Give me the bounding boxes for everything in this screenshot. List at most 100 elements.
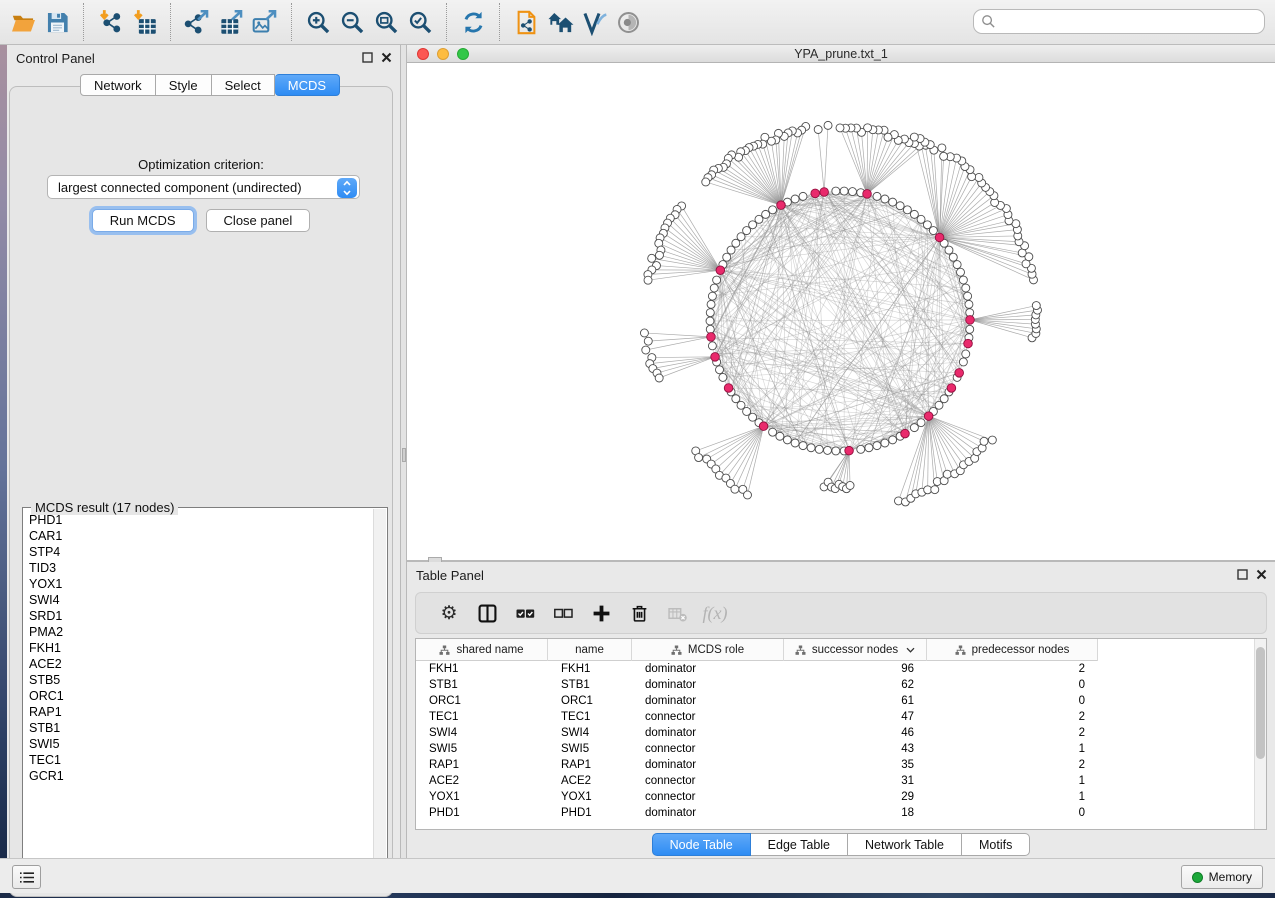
tab-mcds[interactable]: MCDS [275, 74, 340, 96]
network-window-titlebar[interactable]: YPA_prune.txt_1 [407, 45, 1275, 63]
tab-edge-table[interactable]: Edge Table [751, 833, 848, 856]
cell-successor-nodes: 96 [784, 661, 927, 677]
zoom-fit-icon[interactable] [369, 5, 403, 39]
column-header-MCDS-role[interactable]: MCDS role [632, 639, 784, 661]
table-row[interactable]: ORC1ORC1dominator610 [416, 693, 1266, 709]
table-settings-icon[interactable]: ⚙ [430, 598, 468, 628]
result-node[interactable]: GCR1 [29, 768, 373, 784]
zoom-in-icon[interactable] [301, 5, 335, 39]
import-table-icon[interactable] [127, 5, 161, 39]
node-table-header: shared namenameMCDS rolesuccessor nodesp… [416, 639, 1098, 661]
close-panel-icon[interactable] [381, 52, 392, 63]
cell-name: TEC1 [548, 709, 632, 725]
tab-style[interactable]: Style [156, 74, 212, 96]
result-node[interactable]: ACE2 [29, 656, 373, 672]
result-node[interactable]: YOX1 [29, 576, 373, 592]
table-row[interactable]: RAP1RAP1dominator352 [416, 757, 1266, 773]
result-node[interactable]: SWI5 [29, 736, 373, 752]
result-node[interactable]: STP4 [29, 544, 373, 560]
show-columns-icon[interactable] [468, 598, 506, 628]
result-node[interactable]: PMA2 [29, 624, 373, 640]
result-node[interactable]: CAR1 [29, 528, 373, 544]
optimization-criterion-label: Optimization criterion: [10, 157, 392, 172]
result-node[interactable]: RAP1 [29, 704, 373, 720]
application-window: Control Panel NetworkStyleSelectMCDS Opt… [0, 0, 1275, 898]
split-grabber[interactable] [402, 448, 406, 462]
tab-motifs[interactable]: Motifs [962, 833, 1030, 856]
result-node[interactable]: TEC1 [29, 752, 373, 768]
mcds-result-list[interactable]: PHD1CAR1STP4TID3YOX1SWI4SRD1PMA2FKH1ACE2… [24, 512, 373, 877]
export-table-icon[interactable] [214, 5, 248, 39]
optimization-criterion-select[interactable]: largest connected component (undirected) [47, 175, 360, 199]
memory-status-icon [1192, 872, 1203, 883]
result-node[interactable]: TID3 [29, 560, 373, 576]
cell-MCDS-role: connector [632, 789, 784, 805]
export-network-icon[interactable] [180, 5, 214, 39]
select-all-icon[interactable] [506, 598, 544, 628]
cell-successor-nodes: 43 [784, 741, 927, 757]
cell-shared-name: ORC1 [416, 693, 548, 709]
table-row[interactable]: PHD1PHD1dominator180 [416, 805, 1266, 821]
column-header-successor-nodes[interactable]: successor nodes [784, 639, 927, 661]
network-file-icon[interactable] [509, 5, 543, 39]
cell-predecessor-nodes: 2 [927, 709, 1098, 725]
vizmapper-icon[interactable] [577, 5, 611, 39]
network-canvas[interactable] [407, 63, 1275, 560]
add-column-icon[interactable] [582, 598, 620, 628]
tab-network[interactable]: Network [80, 74, 156, 96]
result-node[interactable]: SWI4 [29, 592, 373, 608]
cell-MCDS-role: connector [632, 709, 784, 725]
float-panel-icon[interactable] [362, 52, 373, 63]
run-mcds-button[interactable]: Run MCDS [92, 209, 194, 232]
result-node[interactable]: STB1 [29, 720, 373, 736]
result-node[interactable]: PHD1 [29, 512, 373, 528]
export-image-icon[interactable] [248, 5, 282, 39]
table-panel: Table Panel ⚙f(x) shared namenameMCDS ro… [407, 562, 1275, 858]
cell-MCDS-role: connector [632, 773, 784, 789]
status-menu-button[interactable] [12, 865, 41, 889]
close-panel-icon[interactable] [1256, 569, 1267, 580]
refresh-icon[interactable] [456, 5, 490, 39]
column-header-predecessor-nodes[interactable]: predecessor nodes [927, 639, 1098, 661]
result-node[interactable]: SRD1 [29, 608, 373, 624]
zoom-out-icon[interactable] [335, 5, 369, 39]
table-scrollbar[interactable] [1254, 639, 1266, 829]
result-node[interactable]: ORC1 [29, 688, 373, 704]
table-row[interactable]: STB1STB1dominator620 [416, 677, 1266, 693]
network-graph [407, 63, 1275, 560]
save-session-icon[interactable] [40, 5, 74, 39]
tab-select[interactable]: Select [212, 74, 275, 96]
close-panel-button[interactable]: Close panel [206, 209, 311, 232]
table-row[interactable]: ACE2ACE2connector311 [416, 773, 1266, 789]
network-view-window: YPA_prune.txt_1 [407, 45, 1275, 560]
column-header-name[interactable]: name [548, 639, 632, 661]
search-input[interactable] [996, 12, 1264, 32]
result-node[interactable]: STB5 [29, 672, 373, 688]
result-node[interactable]: FKH1 [29, 640, 373, 656]
search-field[interactable] [973, 9, 1265, 34]
cell-shared-name: RAP1 [416, 757, 548, 773]
import-network-icon[interactable] [93, 5, 127, 39]
cell-name: RAP1 [548, 757, 632, 773]
table-row[interactable]: SWI4SWI4dominator462 [416, 725, 1266, 741]
delete-column-icon[interactable] [620, 598, 658, 628]
zoom-selected-icon[interactable] [403, 5, 437, 39]
column-header-shared-name[interactable]: shared name [416, 639, 548, 661]
table-row[interactable]: YOX1YOX1connector291 [416, 789, 1266, 805]
table-row[interactable]: FKH1FKH1dominator962 [416, 661, 1266, 677]
show-graphics-icon[interactable] [611, 5, 645, 39]
tab-network-table[interactable]: Network Table [848, 833, 962, 856]
show-panels-icon[interactable] [543, 5, 577, 39]
memory-button[interactable]: Memory [1181, 865, 1263, 889]
open-file-icon[interactable] [6, 5, 40, 39]
deselect-all-icon[interactable] [544, 598, 582, 628]
cell-predecessor-nodes: 1 [927, 789, 1098, 805]
tab-node-table[interactable]: Node Table [652, 833, 751, 856]
vertical-split-divider[interactable] [400, 45, 407, 858]
table-row[interactable]: TEC1TEC1connector472 [416, 709, 1266, 725]
mcds-result-scrollbar[interactable] [373, 509, 386, 877]
table-scrollbar-thumb[interactable] [1256, 647, 1265, 759]
table-row[interactable]: SWI5SWI5connector431 [416, 741, 1266, 757]
float-panel-icon[interactable] [1237, 569, 1248, 580]
cell-MCDS-role: dominator [632, 693, 784, 709]
